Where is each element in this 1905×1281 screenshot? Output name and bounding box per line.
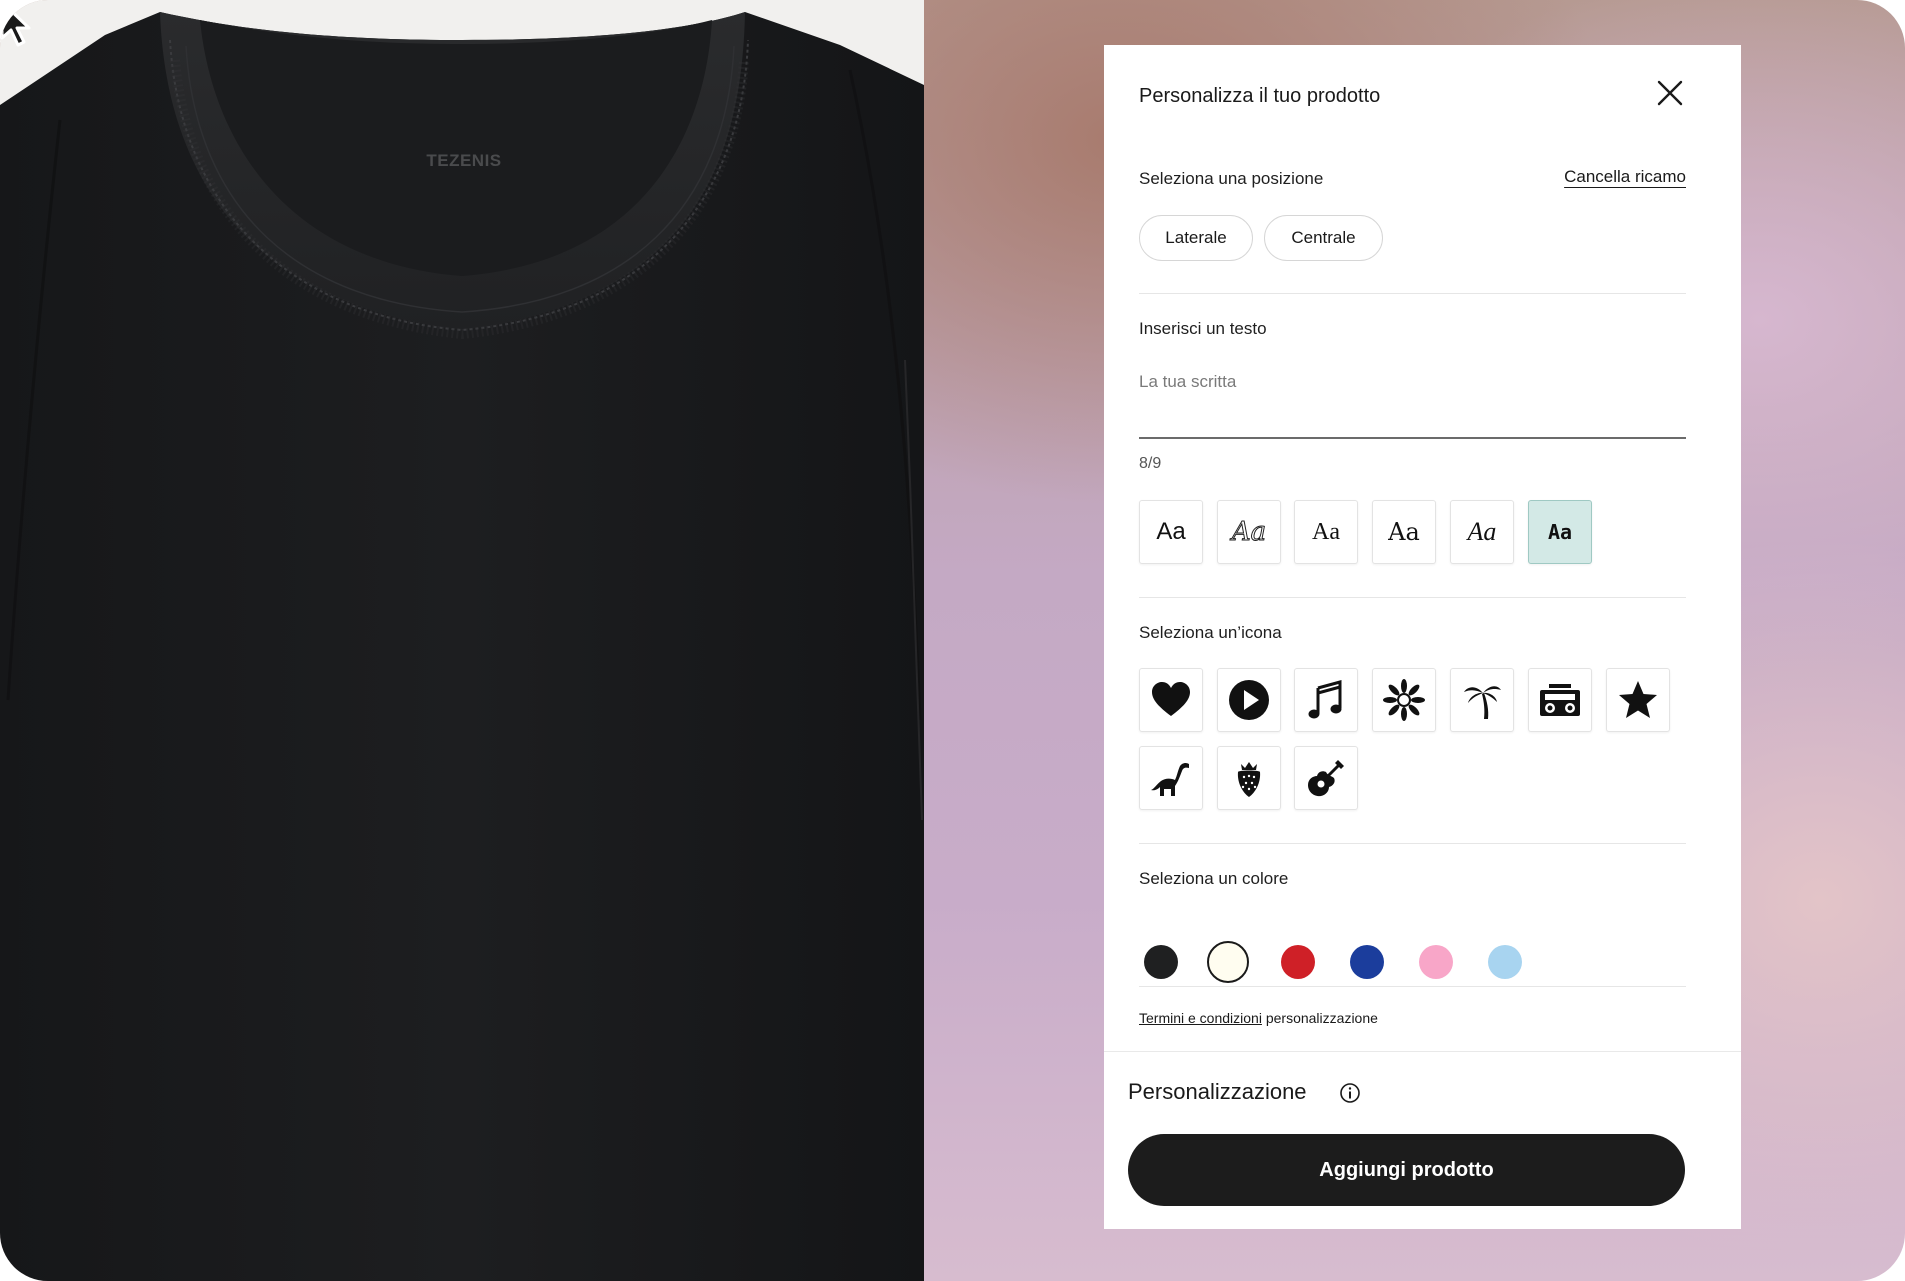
color-swatch-red[interactable]	[1281, 945, 1315, 979]
font-option-script-outline[interactable]: Aa	[1217, 500, 1281, 564]
add-product-button[interactable]: Aggiungi prodotto	[1128, 1134, 1685, 1206]
heart-icon	[1152, 682, 1190, 716]
color-swatch-light-blue[interactable]	[1488, 945, 1522, 979]
divider	[1139, 293, 1686, 294]
icon-option-play[interactable]	[1217, 668, 1281, 732]
text-label: Inserisci un testo	[1139, 319, 1267, 338]
color-swatch-cream[interactable]	[1207, 941, 1249, 983]
font-sample: Aa	[1156, 518, 1186, 545]
font-sample: Aa	[1547, 520, 1573, 544]
color-swatch-blue[interactable]	[1350, 945, 1384, 979]
footer-title: Personalizzazione	[1128, 1079, 1307, 1104]
panel-title: Personalizza il tuo prodotto	[1139, 85, 1381, 107]
clear-embroidery-link[interactable]: Cancella ricamo	[1564, 167, 1686, 187]
terms-line: Termini e condizioni personalizzazione	[1139, 1010, 1378, 1026]
font-sample: Aa	[1388, 518, 1420, 546]
font-option-sans[interactable]: Aa	[1139, 500, 1203, 564]
terms-link[interactable]: Termini e condizioni	[1139, 1010, 1262, 1026]
icon-option-star[interactable]	[1606, 668, 1670, 732]
customization-panel: Personalizza il tuo prodotto Seleziona u…	[1104, 45, 1741, 1229]
font-option-script[interactable]: Aa	[1450, 500, 1514, 564]
mouse-cursor-icon	[0, 0, 31, 47]
icon-option-boombox[interactable]	[1528, 668, 1592, 732]
color-label: Seleziona un colore	[1139, 869, 1289, 888]
icon-option-heart[interactable]	[1139, 668, 1203, 732]
tshirt-image	[0, 12, 924, 1281]
play-icon	[1229, 680, 1269, 720]
palm-tree-icon	[1464, 686, 1501, 719]
font-option-bold-mono[interactable]: Aa	[1528, 500, 1592, 564]
icon-option-palm[interactable]	[1450, 668, 1514, 732]
icon-option-music[interactable]	[1294, 668, 1358, 732]
font-sample: Aa	[1312, 518, 1340, 545]
icon-label: Seleziona un’icona	[1139, 623, 1282, 642]
boombox-icon	[1540, 684, 1580, 716]
divider	[1139, 843, 1686, 844]
divider	[1139, 597, 1686, 598]
app-frame: TEZENIS Personalizza il tuo prodotto Sel…	[0, 0, 1905, 1281]
font-option-slab[interactable]: Aa	[1372, 500, 1436, 564]
guitar-icon	[1308, 760, 1344, 797]
brand-label: TEZENIS	[426, 151, 502, 170]
font-sample: Aa	[1231, 517, 1267, 548]
strawberry-icon	[1237, 762, 1261, 797]
font-sample: Aa	[1467, 517, 1497, 546]
character-counter: 8/9	[1139, 455, 1162, 472]
dinosaur-icon	[1151, 762, 1189, 796]
music-note-icon	[1308, 680, 1342, 719]
terms-suffix: personalizzazione	[1261, 1010, 1378, 1026]
star-icon	[1619, 681, 1657, 718]
icon-option-strawberry[interactable]	[1217, 746, 1281, 810]
icon-option-dinosaur[interactable]	[1139, 746, 1203, 810]
position-option-laterale[interactable]: Laterale	[1139, 215, 1253, 261]
icon-option-guitar[interactable]	[1294, 746, 1358, 810]
close-icon[interactable]	[1654, 77, 1686, 109]
info-icon[interactable]	[1339, 1082, 1361, 1104]
icon-option-flower[interactable]	[1372, 668, 1436, 732]
font-option-serif[interactable]: Aa	[1294, 500, 1358, 564]
footer-divider	[1104, 1051, 1741, 1052]
position-label: Seleziona una posizione	[1139, 169, 1324, 188]
product-photo: TEZENIS	[0, 0, 924, 1281]
color-swatch-black[interactable]	[1144, 945, 1178, 979]
flower-icon	[1383, 679, 1425, 721]
divider	[1139, 986, 1686, 987]
text-input[interactable]	[1139, 357, 1686, 439]
position-option-centrale[interactable]: Centrale	[1264, 215, 1383, 261]
color-swatch-pink[interactable]	[1419, 945, 1453, 979]
